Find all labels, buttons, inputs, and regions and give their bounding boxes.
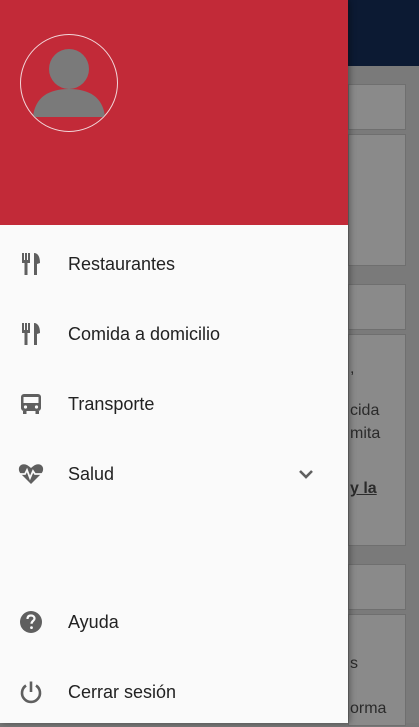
chevron-down-icon[interactable]	[296, 464, 316, 484]
menu-item-label: Comida a domicilio	[68, 323, 221, 344]
background-card	[348, 134, 406, 266]
background-card	[348, 84, 406, 130]
user-placeholder-icon	[33, 49, 105, 117]
menu-item-transporte[interactable]: Transporte	[0, 369, 348, 439]
background-text: orma	[350, 700, 387, 717]
avatar[interactable]	[20, 34, 118, 132]
background-card	[348, 564, 406, 610]
menu-item-cerrar-sesion[interactable]: Cerrar sesión	[0, 657, 348, 727]
utensils-icon	[18, 251, 44, 277]
background-text: cida	[350, 402, 380, 419]
menu-item-comida-a-domicilio[interactable]: Comida a domicilio	[0, 299, 348, 369]
menu-item-label: Ayuda	[68, 611, 119, 632]
menu-item-label: Salud	[68, 463, 115, 484]
background-link: y la	[350, 480, 377, 497]
menu-item-label: Restaurantes	[68, 253, 176, 274]
heartbeat-icon	[18, 461, 44, 487]
background-text: ,	[350, 360, 355, 377]
menu-item-ayuda[interactable]: Ayuda	[0, 587, 348, 657]
utensils-icon	[18, 321, 44, 347]
menu-item-label: Cerrar sesión	[68, 681, 177, 702]
navigation-drawer: Restaurantes Comida a domicilio Transpor…	[0, 0, 348, 723]
background-text: s	[350, 655, 358, 672]
drawer-header	[0, 0, 348, 225]
menu-item-salud[interactable]: Salud	[0, 439, 348, 509]
menu-item-restaurantes[interactable]: Restaurantes	[0, 229, 348, 299]
bus-icon	[18, 391, 44, 417]
background-card	[348, 284, 406, 330]
power-icon	[18, 679, 44, 705]
background-text: mita	[350, 425, 381, 442]
menu-item-label: Transporte	[68, 393, 155, 414]
help-circle-icon	[18, 609, 44, 635]
